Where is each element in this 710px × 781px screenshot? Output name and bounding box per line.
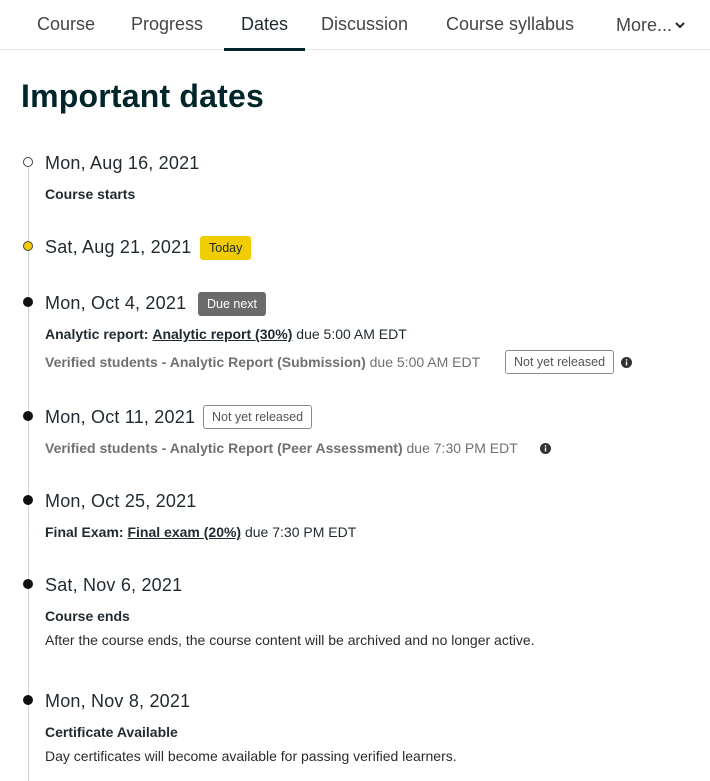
- timeline-dot: [23, 411, 33, 421]
- timeline-dot: [23, 695, 33, 705]
- assignment-title: Verified students - Analytic Report (Sub…: [45, 354, 366, 370]
- due-next-badge: Due next: [198, 292, 267, 316]
- tab-label: Course syllabus: [446, 14, 575, 34]
- due-time: due 5:00 AM EDT: [296, 326, 407, 342]
- timeline-dot: [23, 579, 33, 589]
- chevron-down-icon: [675, 22, 685, 29]
- event-title-text: Certificate Available: [45, 724, 178, 740]
- event-title-text: Course ends: [45, 608, 130, 624]
- assignment-row-locked: Verified students - Analytic Report (Pee…: [45, 440, 518, 456]
- event-date: Mon, Oct 4, 2021: [45, 293, 187, 313]
- final-exam-link[interactable]: Final exam (20%): [127, 524, 241, 540]
- assignment-row: Final Exam: Final exam (20%) due 7:30 PM…: [45, 524, 356, 540]
- info-icon[interactable]: [621, 357, 632, 368]
- tab-label: Discussion: [321, 14, 409, 34]
- assignment-type: Analytic report:: [45, 326, 149, 342]
- tab-discussion[interactable]: Discussion: [321, 0, 408, 50]
- tab-label: More...: [616, 15, 673, 35]
- tab-course[interactable]: Course: [37, 0, 95, 50]
- due-time: due 7:30 PM EDT: [406, 440, 518, 456]
- event-date: Sat, Nov 6, 2021: [45, 575, 183, 595]
- event-date: Sat, Aug 21, 2021: [45, 237, 192, 257]
- today-badge: Today: [200, 236, 252, 260]
- course-tabs-nav: Course Progress Dates Discussion Course …: [0, 0, 710, 51]
- tab-label: Dates: [240, 14, 289, 34]
- tab-progress[interactable]: Progress: [131, 0, 203, 50]
- info-icon[interactable]: [540, 443, 551, 454]
- event-title: Course starts: [45, 186, 135, 202]
- tab-course-syllabus[interactable]: Course syllabus: [446, 0, 574, 50]
- assignment-type: Final Exam:: [45, 524, 124, 540]
- assignment-row-locked: Verified students - Analytic Report (Sub…: [45, 354, 480, 370]
- assignment-row: Analytic report: Analytic report (30%) d…: [45, 326, 407, 342]
- page-title: Important dates: [21, 78, 265, 114]
- event-date: Mon, Nov 8, 2021: [45, 691, 191, 711]
- event-title-text: Course starts: [45, 186, 136, 202]
- event-title: Course ends: [45, 608, 130, 624]
- assignment-title: Verified students - Analytic Report (Pee…: [45, 440, 403, 456]
- event-description: Day certificates will become available f…: [45, 748, 457, 764]
- due-time: due 7:30 PM EDT: [244, 524, 357, 540]
- not-yet-released-badge: Not yet released: [203, 405, 313, 429]
- timeline-line: [28, 166, 29, 781]
- tab-more-dropdown[interactable]: More...: [616, 0, 686, 50]
- analytic-report-link[interactable]: Analytic report (30%): [152, 326, 292, 342]
- timeline-dot-today: [23, 241, 33, 251]
- timeline-dot-past: [23, 157, 33, 167]
- timeline-dot: [23, 297, 33, 307]
- event-date: Mon, Oct 25, 2021: [45, 491, 197, 511]
- timeline-dot: [23, 495, 33, 505]
- not-yet-released-badge: Not yet released: [505, 350, 615, 374]
- event-date: Mon, Oct 11, 2021: [45, 407, 196, 427]
- event-date: Mon, Aug 16, 2021: [45, 153, 200, 173]
- due-time: due 5:00 AM EDT: [369, 354, 481, 370]
- tab-dates[interactable]: Dates: [224, 0, 305, 51]
- event-description: After the course ends, the course conten…: [45, 632, 535, 648]
- tab-label: Progress: [131, 14, 204, 34]
- tab-label: Course: [37, 14, 96, 34]
- event-title: Certificate Available: [45, 724, 178, 740]
